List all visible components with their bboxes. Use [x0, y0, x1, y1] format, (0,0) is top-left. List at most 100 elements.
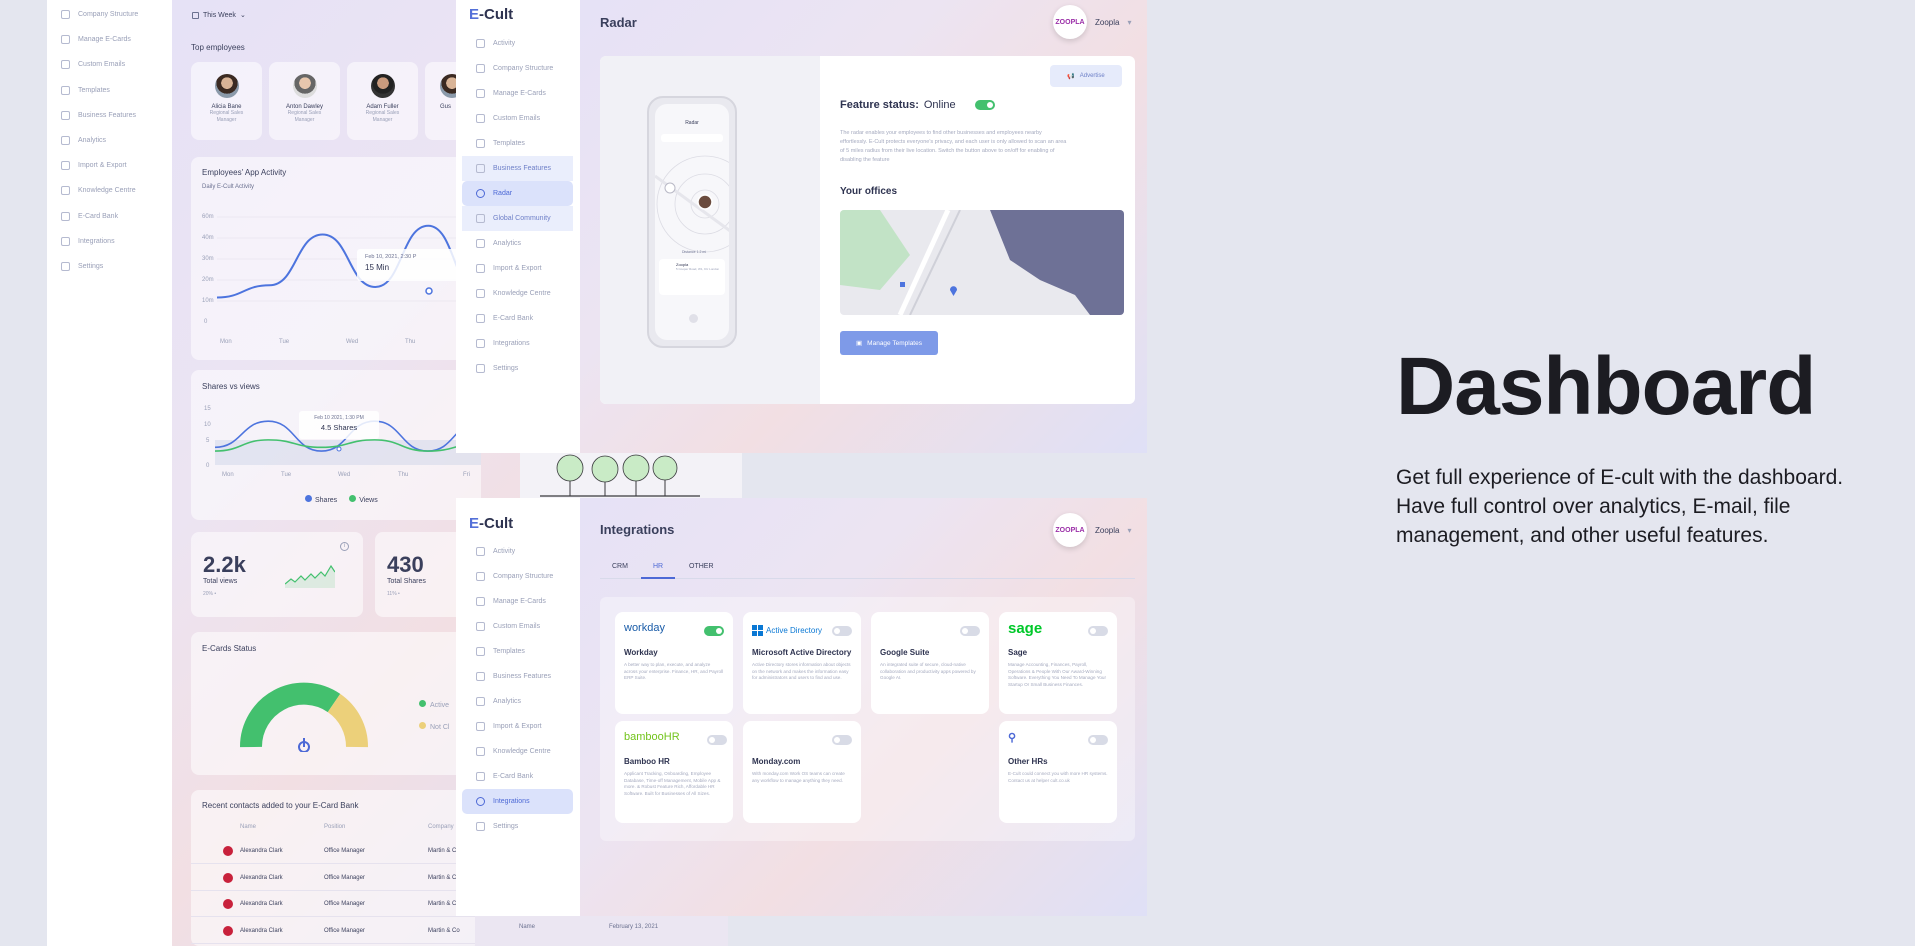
manage-templates-button[interactable]: ▣ Manage Templates — [840, 331, 938, 355]
integration-card-monday[interactable]: Monday.com With monday.com Work OS teams… — [743, 721, 861, 823]
sidebar-item-label: Integrations — [493, 798, 530, 805]
sidebar-item[interactable]: Settings — [47, 254, 172, 279]
sidebar-item[interactable]: Activity — [462, 539, 573, 564]
sidebar-item[interactable]: Custom Emails — [47, 52, 172, 77]
sidebar-item[interactable]: Import & Export — [462, 714, 573, 739]
sidebar-item[interactable]: Manage E-Cards — [462, 589, 573, 614]
sidebar-item[interactable]: Radar — [462, 181, 573, 206]
workday-toggle[interactable] — [704, 626, 724, 636]
sidebar-item[interactable]: Manage E-Cards — [462, 81, 573, 106]
sidebar-item[interactable]: Templates — [462, 131, 573, 156]
bamboohr-toggle[interactable] — [707, 735, 727, 745]
legend-views[interactable]: Views — [349, 495, 378, 504]
advertise-button[interactable]: 📢 Advertise — [1050, 65, 1122, 87]
sidebar-item[interactable]: Settings — [462, 814, 573, 839]
contact-avatar — [223, 846, 233, 856]
sidebar-item-label: Custom Emails — [78, 61, 126, 69]
integration-card-active-directory[interactable]: Active Directory Microsoft Active Direct… — [743, 612, 861, 714]
tab-hr[interactable]: HR — [653, 563, 663, 570]
sidebar-item[interactable]: Custom Emails — [462, 614, 573, 639]
table-row[interactable]: Alexandra Clark Office Manager Martin & C — [191, 865, 481, 891]
divider-panel — [745, 453, 1147, 498]
card-description: Applicant Tracking, Onboarding, Employee… — [624, 771, 721, 796]
feature-status: Feature status: Online — [840, 99, 995, 111]
recent-title: Recent contacts added to your E-Card Ban… — [202, 801, 359, 810]
sidebar-item[interactable]: Import & Export — [462, 256, 573, 281]
sidebar-item[interactable]: Business Features — [462, 664, 573, 689]
account-menu[interactable]: ZOOPLA Zoopla ▾ — [1053, 5, 1131, 39]
employee-card[interactable]: Alicia Bane Regional Sales Manager — [191, 62, 262, 140]
integration-card-other-hrs[interactable]: ⚲ Other HRs E-Cult could connect you wit… — [999, 721, 1117, 823]
info-icon[interactable]: i — [340, 542, 349, 551]
shares-chart-card: Shares vs views 15 10 5 0 Feb 10 2021, 1… — [191, 370, 481, 520]
nav-icon — [61, 186, 70, 196]
sidebar-item[interactable]: Analytics — [47, 128, 172, 153]
sidebar-item-label: Knowledge Centre — [493, 748, 551, 755]
sidebar-item[interactable]: Global Community — [462, 206, 573, 231]
google-suite-toggle[interactable] — [960, 626, 980, 636]
sidebar-item[interactable]: E-Card Bank — [47, 204, 172, 229]
period-selector[interactable]: This Week ⌄ — [192, 11, 246, 19]
tab-other[interactable]: OTHER — [689, 563, 714, 570]
card-description: Manage Accounting, Finances, Payroll, Op… — [1008, 662, 1106, 687]
contact-avatar — [223, 899, 233, 909]
nav-icon — [476, 647, 485, 656]
table-row[interactable]: Alexandra Clark Office Manager Martin & Co — [191, 918, 481, 944]
sidebar-item[interactable]: Knowledge Centre — [462, 281, 573, 306]
employee-role: Regional Sales Manager — [287, 110, 322, 123]
sidebar-item[interactable]: Company Structure — [462, 564, 573, 589]
feature-toggle[interactable] — [974, 100, 995, 110]
monday-toggle[interactable] — [832, 735, 852, 745]
active-directory-toggle[interactable] — [832, 626, 852, 636]
offices-title: Your offices — [840, 186, 898, 197]
sidebar-item[interactable]: Activity — [462, 31, 573, 56]
sidebar-item[interactable]: Business Features — [47, 103, 172, 128]
company-address: 5 Cooper Road, W1, KU London — [676, 267, 720, 271]
sidebar-item[interactable]: E-Card Bank — [462, 764, 573, 789]
integration-card-bamboohr[interactable]: bambooHR Bamboo HR Applicant Tracking, O… — [615, 721, 733, 823]
sidebar-item[interactable]: Settings — [462, 356, 573, 381]
sidebar-item[interactable]: Integrations — [47, 229, 172, 254]
company-card[interactable]: Zoopla 5 Cooper Road, W1, KU London — [659, 259, 725, 295]
sidebar-item[interactable]: Manage E-Cards — [47, 27, 172, 52]
period-label: This Week — [203, 11, 236, 19]
card-description: E-Cult could connect you with more HR sy… — [1008, 771, 1108, 783]
sidebar-item[interactable]: Custom Emails — [462, 106, 573, 131]
card-name: Workday — [624, 648, 658, 657]
shares-tooltip: Feb 10 2021, 1:30 PM 4.5 Shares — [299, 411, 379, 439]
offices-map[interactable] — [840, 210, 1124, 315]
app-logo[interactable]: E-Cult — [469, 6, 513, 23]
app-logo[interactable]: E-Cult — [469, 515, 513, 532]
sidebar-item[interactable]: Analytics — [462, 231, 573, 256]
sidebar-item[interactable]: E-Card Bank — [462, 306, 573, 331]
sidebar-item[interactable]: Integrations — [462, 331, 573, 356]
nav-icon — [61, 35, 70, 45]
sidebar-item[interactable]: Knowledge Centre — [462, 739, 573, 764]
cell-position: Office Manager — [324, 848, 365, 854]
legend-shares[interactable]: Shares — [305, 495, 337, 504]
table-row[interactable]: Alexandra Clark Office Manager Martin & C — [191, 838, 481, 864]
sidebar-item[interactable]: Analytics — [462, 689, 573, 714]
account-menu[interactable]: ZOOPLA Zoopla ▾ — [1053, 513, 1131, 547]
brand-name: Zoopla — [1095, 525, 1120, 535]
sage-toggle[interactable] — [1088, 626, 1108, 636]
employee-card[interactable]: Adam Fuller Regional Sales Manager — [347, 62, 418, 140]
sidebar-item[interactable]: Knowledge Centre — [47, 178, 172, 203]
sidebar-item[interactable]: Business Features — [462, 156, 573, 181]
other-hrs-toggle[interactable] — [1088, 735, 1108, 745]
integrations-sidebar: E-Cult Activity Company Structure Manage E… — [456, 498, 580, 916]
sidebar-item[interactable]: Company Structure — [47, 2, 172, 27]
integration-card-workday[interactable]: workday Workday A better way to plan, ex… — [615, 612, 733, 714]
sidebar-item[interactable]: Company Structure — [462, 56, 573, 81]
tooltip-value: 4.5 Shares — [320, 423, 358, 432]
sidebar-item[interactable]: Import & Export — [47, 153, 172, 178]
table-row[interactable]: Alexandra Clark Office Manager Martin & C — [191, 891, 481, 917]
sidebar-item[interactable]: Templates — [47, 78, 172, 103]
tab-crm[interactable]: CRM — [612, 563, 628, 570]
employee-card[interactable]: Anton Dawley Regional Sales Manager — [269, 62, 340, 140]
integration-card-google-suite[interactable]: Google Suite An integrated suite of secu… — [871, 612, 989, 714]
sidebar-item-label: Analytics — [493, 698, 522, 705]
sidebar-item[interactable]: Templates — [462, 639, 573, 664]
integration-card-sage[interactable]: sage Sage Manage Accounting, Finances, P… — [999, 612, 1117, 714]
sidebar-item[interactable]: Integrations — [462, 789, 573, 814]
